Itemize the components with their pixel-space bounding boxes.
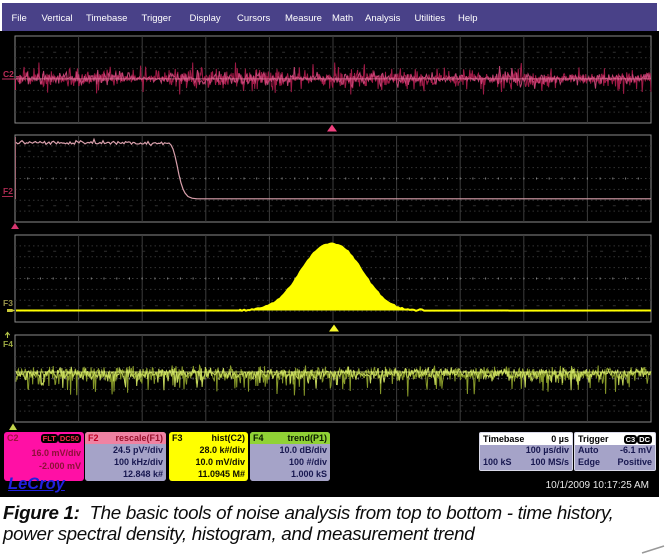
svg-text:F3: F3 <box>3 298 13 308</box>
svg-text:C2: C2 <box>3 69 14 79</box>
svg-text:F2: F2 <box>3 186 13 196</box>
svg-text:F4: F4 <box>3 339 13 349</box>
